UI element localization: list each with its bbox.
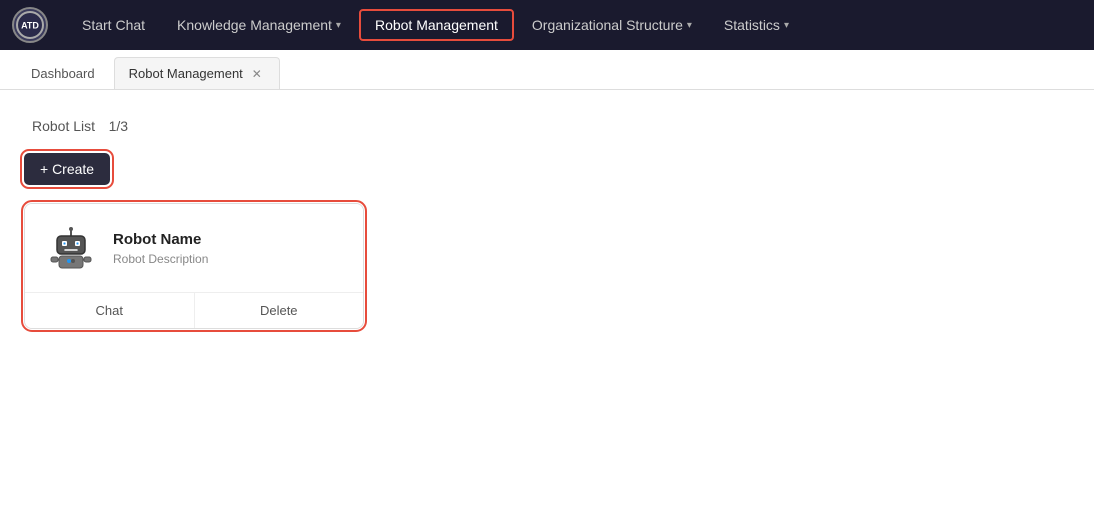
top-nav: ATD Start Chat Knowledge Management ▾ Ro… — [0, 0, 1094, 50]
nav-item-start-chat[interactable]: Start Chat — [68, 11, 159, 39]
robot-card-body: Robot Name Robot Description — [25, 204, 363, 292]
nav-item-robot-management[interactable]: Robot Management — [359, 9, 514, 41]
robot-description: Robot Description — [113, 252, 343, 266]
nav-item-knowledge-management[interactable]: Knowledge Management ▾ — [163, 11, 355, 39]
tabs-bar: Dashboard Robot Management ✕ — [0, 50, 1094, 90]
chevron-down-icon: ▾ — [687, 20, 692, 31]
robot-card: Robot Name Robot Description Chat Delete — [24, 203, 364, 329]
svg-text:ATD: ATD — [21, 20, 39, 30]
chat-button[interactable]: Chat — [25, 293, 194, 328]
tab-dashboard[interactable]: Dashboard — [16, 57, 110, 89]
logo-icon: ATD — [12, 7, 48, 43]
delete-button[interactable]: Delete — [194, 293, 364, 328]
robot-name: Robot Name — [113, 231, 343, 248]
nav-item-organizational-structure[interactable]: Organizational Structure ▾ — [518, 11, 706, 39]
robot-info: Robot Name Robot Description — [113, 231, 343, 266]
page-title: Robot List 1/3 — [24, 114, 1070, 137]
chevron-down-icon: ▾ — [784, 20, 789, 31]
nav-item-statistics[interactable]: Statistics ▾ — [710, 11, 803, 39]
chevron-down-icon: ▾ — [336, 20, 341, 31]
tab-robot-management[interactable]: Robot Management ✕ — [114, 57, 280, 89]
create-button[interactable]: + Create — [24, 153, 110, 185]
robot-icon — [45, 222, 97, 274]
close-tab-icon[interactable]: ✕ — [249, 66, 265, 82]
robot-card-footer: Chat Delete — [25, 292, 363, 328]
main-content: Robot List 1/3 + Create — [0, 90, 1094, 510]
logo: ATD — [12, 7, 48, 43]
